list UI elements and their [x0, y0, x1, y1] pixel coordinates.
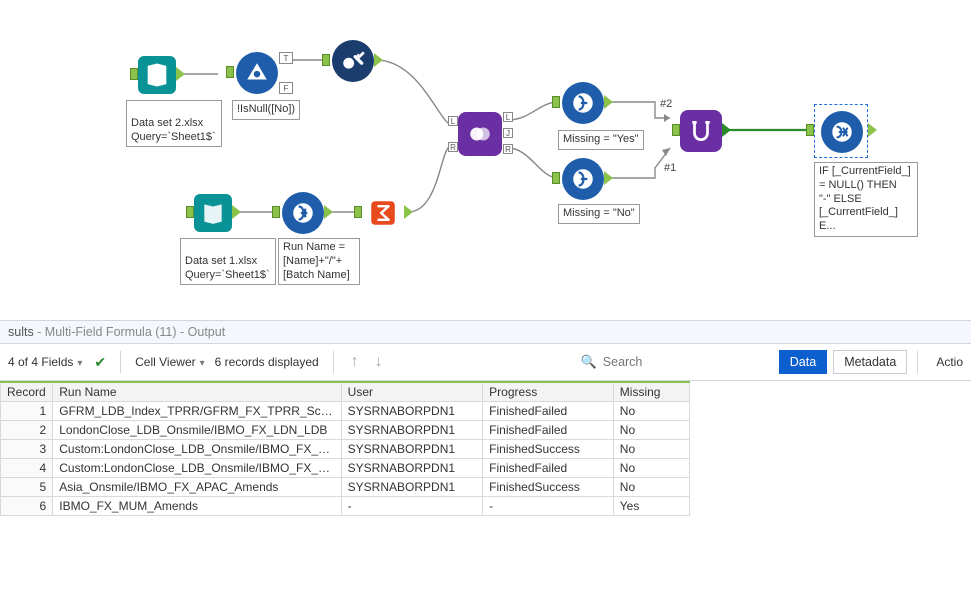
join-l-out: L [503, 112, 513, 122]
cell-missing: No [613, 478, 689, 497]
table-row[interactable]: 2LondonClose_LDB_Onsmile/IBMO_FX_LDN_LDB… [1, 421, 690, 440]
table-row[interactable]: 3Custom:LondonClose_LDB_Onsmile/IBMO_FX_… [1, 440, 690, 459]
union-port-label: #1 [664, 162, 676, 174]
join-tool[interactable] [458, 112, 502, 156]
cell-run-name: Asia_Onsmile/IBMO_FX_APAC_Amends [53, 478, 341, 497]
formula-tool[interactable] [282, 192, 324, 234]
cell-missing: No [613, 421, 689, 440]
tab-metadata[interactable]: Metadata [833, 350, 907, 374]
cell-missing: No [613, 459, 689, 478]
formula-tool[interactable] [562, 158, 604, 200]
union-tool[interactable] [680, 110, 722, 152]
search-icon: 🔍 [581, 354, 597, 370]
results-pane-header: sults - Multi-Field Formula (11) - Outpu… [0, 320, 971, 344]
cell-record: 1 [1, 402, 53, 421]
cell-user: SYSRNABORPDN1 [341, 478, 483, 497]
table-row[interactable]: 4Custom:LondonClose_LDB_Onsmile/IBMO_FX_… [1, 459, 690, 478]
filter-annotation: !IsNull([No]) [232, 100, 300, 120]
join-r-in: R [448, 142, 458, 152]
formula-tool[interactable] [562, 82, 604, 124]
cell-run-name: GFRM_LDB_Index_TPRR/GFRM_FX_TPRR_Scenari… [53, 402, 341, 421]
search-input[interactable] [603, 355, 773, 369]
multi-field-formula-tool[interactable] [821, 111, 863, 153]
table-header-row: Record Run Name User Progress Missing [1, 382, 690, 402]
chevron-down-icon: ▾ [200, 358, 205, 369]
formula-annotation: Missing = "Yes" [558, 130, 644, 150]
col-header-record[interactable]: Record [1, 382, 53, 402]
summarize-tool[interactable] [362, 192, 404, 234]
input-data-tool[interactable] [138, 56, 176, 94]
cell-viewer-dropdown[interactable]: Cell Viewer▾ [135, 355, 205, 369]
check-icon: ✔ [94, 354, 106, 371]
sort-asc-button[interactable]: ↑ [348, 353, 362, 371]
records-count: 6 records displayed [215, 355, 319, 369]
cell-progress: - [483, 497, 614, 516]
cell-run-name: IBMO_FX_MUM_Amends [53, 497, 341, 516]
input-data-tool[interactable] [194, 194, 232, 232]
union-port-label: #2 [660, 98, 672, 110]
cell-user: SYSRNABORPDN1 [341, 459, 483, 478]
cell-user: SYSRNABORPDN1 [341, 421, 483, 440]
cell-run-name: Custom:LondonClose_LDB_Onsmile/IBMO_FX_L… [53, 459, 341, 478]
join-r-out: R [503, 144, 513, 154]
cell-record: 4 [1, 459, 53, 478]
workflow-canvas[interactable]: Data set 2.xlsxQuery=`Sheet1$` T F !IsNu… [0, 0, 971, 320]
cell-progress: FinishedFailed [483, 421, 614, 440]
cell-run-name: Custom:LondonClose_LDB_Onsmile/IBMO_FX_L… [53, 440, 341, 459]
cell-progress: FinishedFailed [483, 459, 614, 478]
input-annotation: Data set 2.xlsxQuery=`Sheet1$` [126, 100, 222, 147]
cell-user: SYSRNABORPDN1 [341, 402, 483, 421]
cell-record: 3 [1, 440, 53, 459]
filter-true-port: T [279, 52, 293, 64]
formula-annotation: Missing = "No" [558, 204, 640, 224]
cell-progress: FinishedSuccess [483, 440, 614, 459]
unique-tool[interactable] [332, 40, 374, 82]
input-annotation: Data set 1.xlsxQuery=`Sheet1$` [180, 238, 276, 285]
mff-annotation: IF [_CurrentField_] = NULL() THEN "-" EL… [814, 162, 918, 237]
results-table[interactable]: Record Run Name User Progress Missing 1G… [0, 381, 690, 516]
cell-record: 5 [1, 478, 53, 497]
join-l-in: L [448, 116, 458, 126]
selected-tool-outline [814, 104, 868, 158]
join-j-out: J [503, 128, 513, 138]
cell-progress: FinishedSuccess [483, 478, 614, 497]
fields-dropdown[interactable]: 4 of 4 Fields▾ [8, 355, 82, 369]
cell-progress: FinishedFailed [483, 402, 614, 421]
col-header-user[interactable]: User [341, 382, 483, 402]
table-row[interactable]: 6IBMO_FX_MUM_Amends--Yes [1, 497, 690, 516]
cell-run-name: LondonClose_LDB_Onsmile/IBMO_FX_LDN_LDB [53, 421, 341, 440]
actions-menu[interactable]: Actio [936, 355, 963, 369]
cell-user: SYSRNABORPDN1 [341, 440, 483, 459]
cell-missing: No [613, 402, 689, 421]
col-header-progress[interactable]: Progress [483, 382, 614, 402]
cell-record: 2 [1, 421, 53, 440]
results-toolbar: 4 of 4 Fields▾ ✔ Cell Viewer▾ 6 records … [0, 344, 971, 381]
col-header-run-name[interactable]: Run Name [53, 382, 341, 402]
formula-annotation: Run Name = [Name]+"/"+ [Batch Name] [278, 238, 360, 285]
table-row[interactable]: 5Asia_Onsmile/IBMO_FX_APAC_AmendsSYSRNAB… [1, 478, 690, 497]
cell-record: 6 [1, 497, 53, 516]
cell-missing: No [613, 440, 689, 459]
tab-data[interactable]: Data [779, 350, 827, 374]
table-row[interactable]: 1GFRM_LDB_Index_TPRR/GFRM_FX_TPRR_Scenar… [1, 402, 690, 421]
col-header-missing[interactable]: Missing [613, 382, 689, 402]
chevron-down-icon: ▾ [77, 358, 82, 369]
filter-tool[interactable] [236, 52, 278, 94]
cell-user: - [341, 497, 483, 516]
sort-desc-button[interactable]: ↓ [372, 353, 386, 371]
filter-false-port: F [279, 82, 293, 94]
cell-missing: Yes [613, 497, 689, 516]
